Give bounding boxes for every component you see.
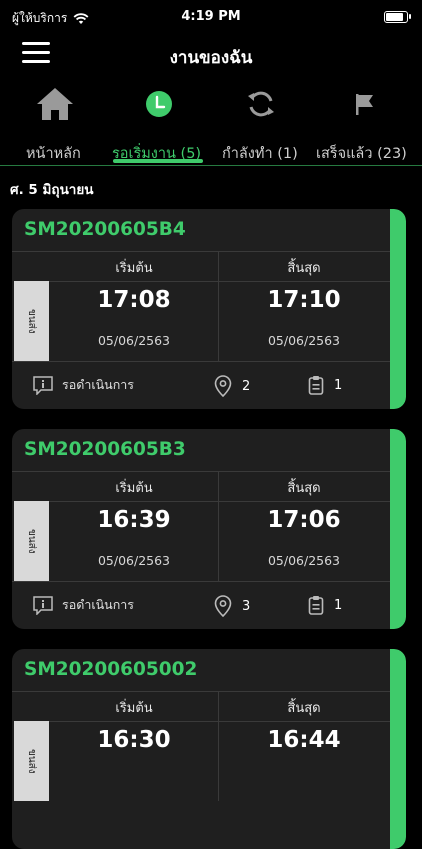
status-text: รอดำเนินการ bbox=[62, 377, 135, 392]
end-time: 17:10 bbox=[267, 287, 341, 313]
divider bbox=[12, 471, 390, 472]
start-label: เริ่มต้น bbox=[115, 701, 153, 716]
job-code: SM20200605002 bbox=[24, 659, 198, 680]
end-time: 17:06 bbox=[267, 507, 341, 533]
flag-icon[interactable] bbox=[342, 82, 388, 126]
tab-in-progress[interactable]: กำลังทำ (1) bbox=[222, 142, 298, 165]
card-footer: รอดำเนินการ 2 1 bbox=[12, 369, 390, 405]
end-label: สิ้นสุด bbox=[287, 701, 321, 716]
clipboard-icon bbox=[308, 376, 324, 395]
card-footer: รอดำเนินการ 3 1 bbox=[12, 589, 390, 625]
status-bar: ผู้ให้บริการ 4:19 PM bbox=[0, 0, 422, 32]
start-time: 16:39 bbox=[97, 507, 171, 533]
status-text: รอดำเนินการ bbox=[62, 597, 135, 612]
info-icon bbox=[33, 596, 53, 615]
job-code: SM20200605B4 bbox=[24, 219, 186, 240]
document-count-value: 1 bbox=[334, 597, 343, 613]
end-date: 05/06/2563 bbox=[267, 333, 341, 348]
divider bbox=[12, 251, 390, 252]
card-accent-bar bbox=[390, 429, 406, 629]
job-card[interactable]: SM20200605B3 ขนส่ง เริ่มต้น 16:39 05/06/… bbox=[12, 429, 406, 629]
document-count: 1 bbox=[308, 595, 342, 615]
tab-completed[interactable]: เสร็จแล้ว (23) bbox=[316, 142, 407, 165]
location-count: 3 bbox=[214, 595, 250, 617]
start-time: 17:08 bbox=[97, 287, 171, 313]
clock-icon[interactable] bbox=[136, 82, 182, 126]
start-date: 05/06/2563 bbox=[97, 333, 171, 348]
map-pin-icon bbox=[214, 595, 232, 617]
divider bbox=[49, 721, 390, 722]
card-accent-bar bbox=[390, 209, 406, 409]
start-label: เริ่มต้น bbox=[115, 481, 153, 496]
refresh-icon[interactable] bbox=[238, 82, 284, 126]
job-status: รอดำเนินการ bbox=[32, 375, 134, 395]
job-type-label: ขนส่ง bbox=[14, 501, 49, 581]
end-label: สิ้นสุด bbox=[287, 481, 321, 496]
tab-icon-row bbox=[0, 82, 422, 128]
card-accent-bar bbox=[390, 649, 406, 849]
section-date-header: ศ. 5 มิถุนายน bbox=[10, 182, 94, 198]
start-date: 05/06/2563 bbox=[97, 553, 171, 568]
map-pin-icon bbox=[214, 375, 232, 397]
document-count: 1 bbox=[308, 375, 342, 395]
job-card[interactable]: SM20200605B4 ขนส่ง เริ่มต้น 17:08 05/06/… bbox=[12, 209, 406, 409]
divider bbox=[12, 361, 390, 362]
clock-time: 4:19 PM bbox=[181, 9, 241, 24]
end-date: 05/06/2563 bbox=[267, 553, 341, 568]
location-count: 2 bbox=[214, 375, 250, 397]
page-title: งานของฉัน bbox=[169, 48, 253, 68]
tab-divider bbox=[0, 165, 422, 166]
clipboard-icon bbox=[308, 596, 324, 615]
tab-home[interactable]: หน้าหลัก bbox=[26, 142, 81, 165]
job-card[interactable]: SM20200605002 ขนส่ง เริ่มต้น 16:30 สิ้นส… bbox=[12, 649, 406, 849]
job-type-label: ขนส่ง bbox=[14, 281, 49, 361]
location-count-value: 3 bbox=[242, 598, 251, 614]
active-tab-indicator bbox=[113, 159, 203, 163]
tab-bar: หน้าหลัก รอเริ่มงาน (5) กำลังทำ (1) เสร็… bbox=[0, 138, 422, 166]
job-code: SM20200605B3 bbox=[24, 439, 186, 460]
start-label: เริ่มต้น bbox=[115, 261, 153, 276]
job-status: รอดำเนินการ bbox=[32, 595, 134, 615]
location-count-value: 2 bbox=[242, 378, 251, 394]
info-icon bbox=[33, 376, 53, 395]
job-type-label: ขนส่ง bbox=[14, 721, 49, 801]
nav-bar: งานของฉัน bbox=[0, 34, 422, 74]
home-icon[interactable] bbox=[32, 82, 78, 126]
battery-icon bbox=[384, 11, 411, 23]
document-count-value: 1 bbox=[334, 377, 343, 393]
end-label: สิ้นสุด bbox=[287, 261, 321, 276]
divider bbox=[49, 281, 390, 282]
start-time: 16:30 bbox=[97, 727, 171, 753]
end-time: 16:44 bbox=[267, 727, 341, 753]
divider bbox=[49, 501, 390, 502]
divider bbox=[12, 691, 390, 692]
divider bbox=[12, 581, 390, 582]
